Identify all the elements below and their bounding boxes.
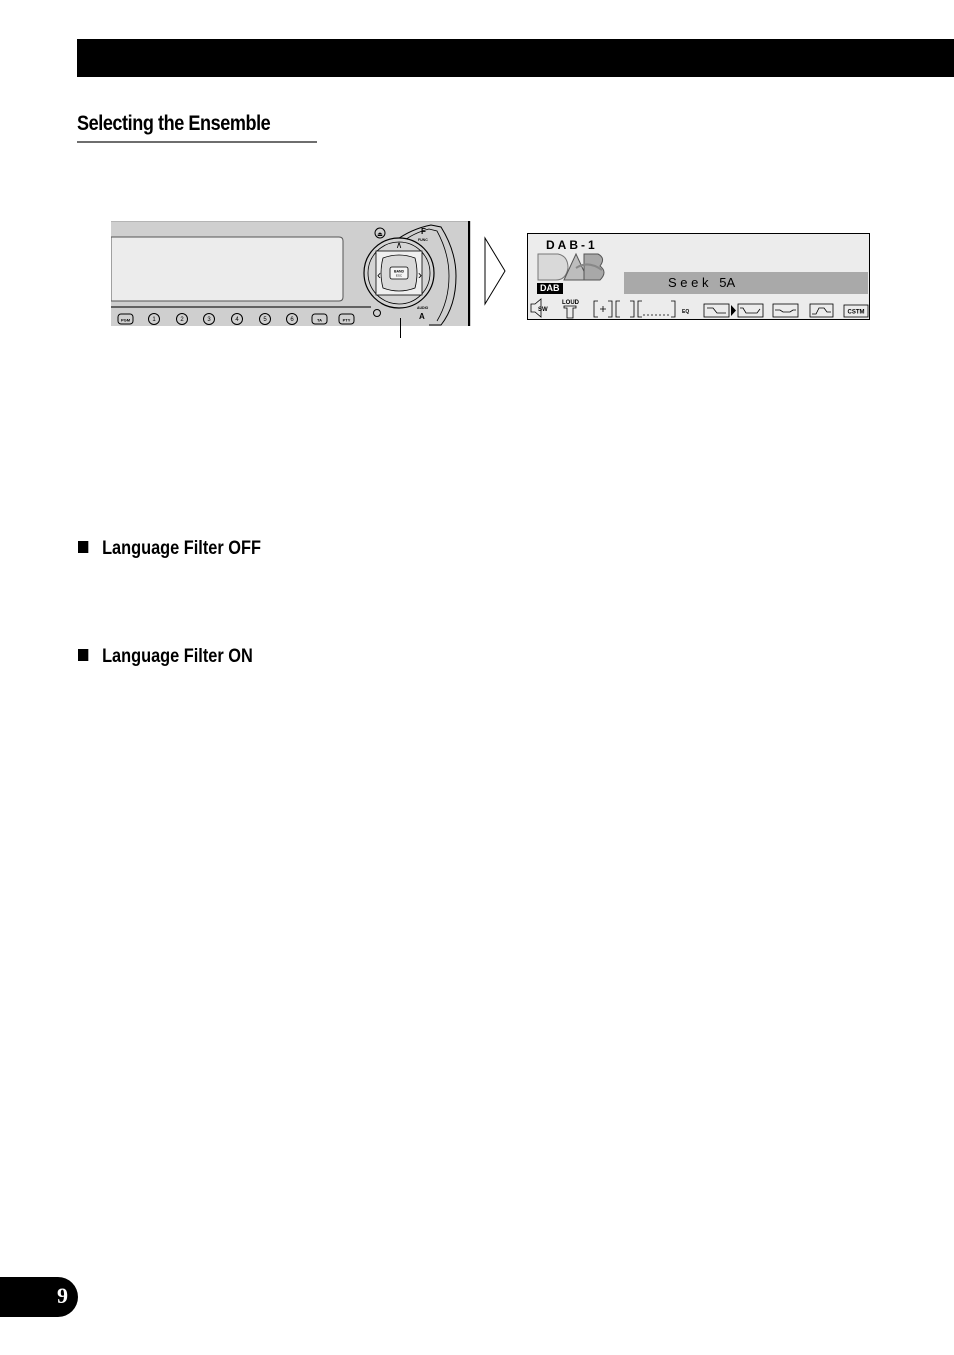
page-number-tab: 9 xyxy=(0,1277,78,1317)
display-window xyxy=(111,236,344,302)
loudness-icon: LOUD xyxy=(562,300,580,319)
lcd-display: DAB-1 DAB S e e k 5A SW LOUD EQ CSTM xyxy=(527,233,870,320)
audio-label[interactable]: AUDIO xyxy=(417,306,429,310)
pgm-label: PGM xyxy=(121,318,131,323)
ta-label: TA xyxy=(317,318,322,323)
subheading-language-filter-on: Language Filter ON xyxy=(78,646,253,668)
eq-preset-2-icon xyxy=(737,303,764,318)
eq-preset-1-icon xyxy=(703,303,730,318)
subheading-label: Language Filter OFF xyxy=(102,538,261,559)
eq-label: EQ xyxy=(682,309,689,315)
audio-letter: A xyxy=(419,312,425,321)
bullet-square-icon xyxy=(78,541,89,553)
dab-logo-icon xyxy=(537,252,605,281)
joystick-right-icon: › xyxy=(418,268,422,282)
title-underline xyxy=(77,141,317,143)
eq-preset-3-icon xyxy=(772,303,799,318)
joystick-left-icon: ‹ xyxy=(377,268,381,282)
seek-status-text: S e e k 5A xyxy=(668,275,736,290)
subheading-label: Language Filter ON xyxy=(102,646,253,667)
func-label[interactable]: FUNC xyxy=(418,238,428,242)
head-unit-illustration: PGM 1 2 3 4 5 6 TA PTY ⏏ F FUNC AUDIO A xyxy=(111,221,471,326)
svg-text:SW: SW xyxy=(538,307,548,313)
svg-text:CSTM: CSTM xyxy=(848,310,865,316)
joystick-up-icon: ∧ xyxy=(396,240,403,250)
status-bar: S e e k 5A xyxy=(624,272,868,294)
pty-label: PTY xyxy=(343,318,351,323)
dab-badge: DAB xyxy=(537,283,563,294)
page-number: 9 xyxy=(57,1283,68,1308)
arrow-right-icon xyxy=(484,236,506,306)
eject-icon: ⏏ xyxy=(377,232,383,238)
subheading-language-filter-off: Language Filter OFF xyxy=(78,538,261,560)
section-heading: Selecting the Ensemble xyxy=(77,112,317,143)
eq-selected-marker-icon xyxy=(731,305,736,316)
eq-preset-4-icon xyxy=(809,303,834,318)
callout-line xyxy=(400,318,401,338)
lcd-indicator-row: SW LOUD EQ CSTM xyxy=(528,296,869,320)
head-unit-svg: PGM 1 2 3 4 5 6 TA PTY ⏏ F FUNC AUDIO A xyxy=(111,221,471,326)
custom-eq-icon: CSTM xyxy=(843,304,869,318)
header-bar xyxy=(77,39,954,77)
bullet-square-icon xyxy=(78,649,89,661)
esc-label: ESC xyxy=(396,274,403,278)
func-letter: F xyxy=(421,227,426,236)
subwoofer-icon: SW xyxy=(530,298,548,318)
svg-text:LOUD: LOUD xyxy=(562,300,580,306)
section-title: Selecting the Ensemble xyxy=(77,112,271,135)
level-brackets-icon xyxy=(593,300,676,318)
